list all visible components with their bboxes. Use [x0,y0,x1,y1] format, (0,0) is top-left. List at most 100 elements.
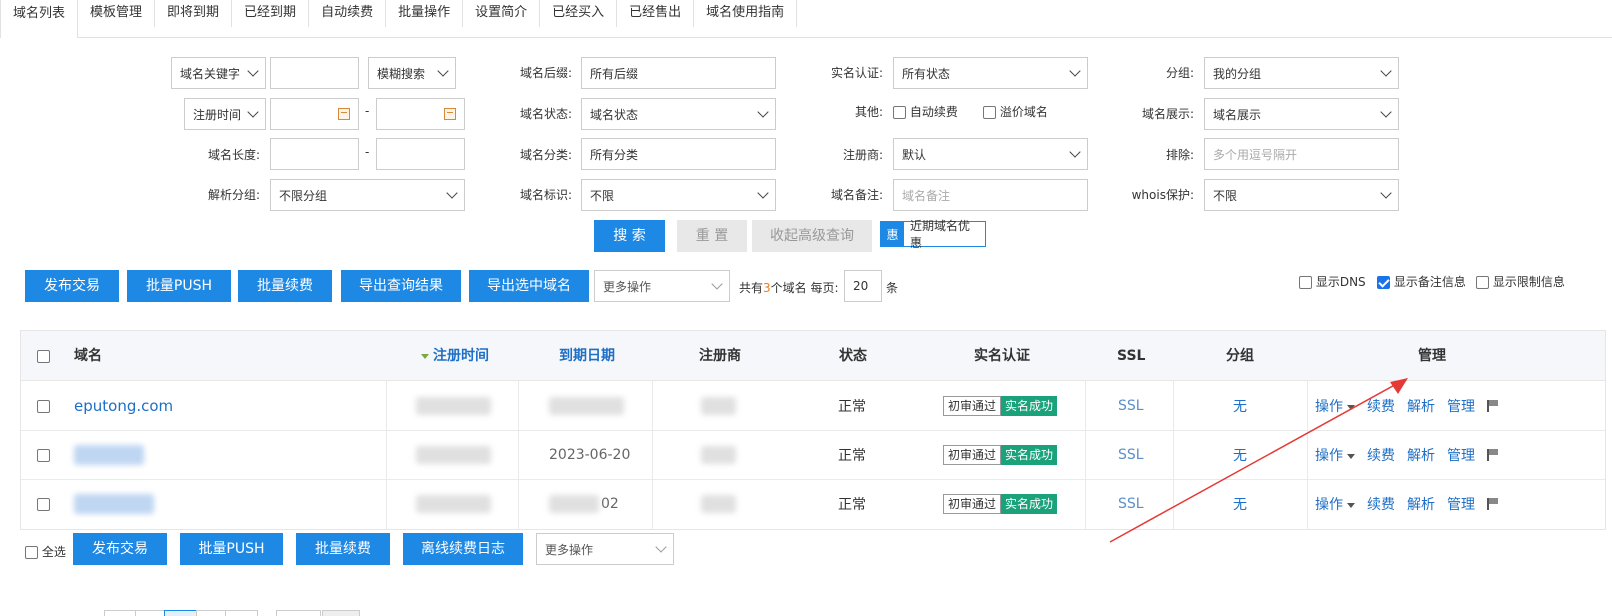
offline-renew-log-button[interactable]: 离线续费日志 [403,533,523,565]
domain-blurred[interactable] [74,479,154,529]
tab-expiring-soon[interactable]: 即将到期 [155,0,233,27]
length-max-input[interactable] [376,138,465,170]
expire-date: 02 [549,479,619,529]
row-checkbox[interactable] [37,381,50,431]
tab-templates[interactable]: 模板管理 [78,0,156,27]
category-input[interactable]: 所有分类 [581,138,776,170]
manage-link[interactable]: 管理 [1447,396,1475,416]
match-mode-select[interactable]: 模糊搜索 [368,57,456,89]
tab-domain-list[interactable]: 域名列表 [0,0,79,38]
more-actions-select[interactable]: 更多操作 [594,270,730,302]
auth-initial-badge: 初审通过 [943,494,1002,514]
tab-sold[interactable]: 已经售出 [617,0,695,27]
domain-link[interactable]: eputong.com [74,381,173,431]
status-select[interactable]: 域名状态 [581,98,776,130]
row-checkbox[interactable] [37,430,50,480]
whois-select[interactable]: 不限 [1204,179,1399,211]
length-min-input[interactable] [270,138,359,170]
flag-icon[interactable] [1487,498,1499,510]
page-jump-input[interactable] [276,610,321,616]
pager-button[interactable] [104,610,136,616]
auto-renew-label: 自动续费 [909,105,958,119]
exclude-input[interactable]: 多个用逗号隔开 [1204,138,1399,170]
header-reg-time[interactable]: 注册时间 [421,331,489,381]
keyword-type-select[interactable]: 域名关键字 [171,57,266,89]
status-value: 域名状态 [590,107,639,122]
start-date-input[interactable] [270,98,359,130]
show-limit-option[interactable]: 显示限制信息 [1476,273,1565,290]
registrar-blurred [701,479,736,529]
chevron-down-icon [247,65,259,77]
status-label: 域名状态: [519,107,572,121]
tag-select[interactable]: 不限 [581,179,776,211]
flag-icon[interactable] [1487,400,1499,412]
header-select-all-checkbox[interactable] [37,349,50,364]
category-label: 域名分类: [519,148,572,162]
reg-time-blurred [416,479,491,529]
tab-settings-intro[interactable]: 设置简介 [463,0,541,27]
show-limit-checkbox[interactable] [1476,276,1489,289]
domain-blurred[interactable] [74,430,144,480]
bottom-renew-button[interactable]: 批量续费 [296,533,390,565]
registrar-select[interactable]: 默认 [893,138,1088,170]
bottom-more-actions-select[interactable]: 更多操作 [536,533,674,565]
auto-renew-checkbox[interactable] [893,106,906,119]
premium-checkbox[interactable] [983,106,996,119]
registrar-label: 注册商: [842,148,883,162]
show-dns-option[interactable]: 显示DNS [1299,273,1366,290]
header-expire-date[interactable]: 到期日期 [559,331,615,381]
per-page-input[interactable]: 20 [844,270,882,302]
pager-current[interactable] [164,610,197,616]
auto-renew-option[interactable]: 自动续费 [893,103,958,120]
show-remark-option[interactable]: 显示备注信息 [1377,273,1466,290]
show-remark-checkbox[interactable] [1377,276,1390,289]
chevron-down-icon [1380,65,1392,77]
end-date-input[interactable] [376,98,465,130]
bottom-push-button[interactable]: 批量PUSH [180,533,283,565]
exclude-label: 排除: [1165,148,1194,162]
calendar-icon[interactable] [338,108,350,120]
select-all-option[interactable]: 全选 [25,543,66,560]
pager-button[interactable] [196,610,226,616]
export-selected-button[interactable]: 导出选中域名 [469,270,589,302]
select-all-checkbox[interactable] [25,546,38,559]
bottom-publish-button[interactable]: 发布交易 [73,533,167,565]
pager-button[interactable] [135,610,165,616]
tab-bought[interactable]: 已经买入 [540,0,618,27]
export-results-button[interactable]: 导出查询结果 [341,270,461,302]
batch-renew-button[interactable]: 批量续费 [238,270,332,302]
show-dns-checkbox[interactable] [1299,276,1312,289]
auth-select[interactable]: 所有状态 [893,57,1088,89]
reset-button[interactable]: 重 置 [677,220,747,252]
batch-push-button[interactable]: 批量PUSH [127,270,231,302]
promo-button[interactable]: 惠 近期域名优惠 [880,219,986,250]
premium-option[interactable]: 溢价域名 [983,103,1048,120]
length-range-dash: - [365,145,370,159]
manage-link[interactable]: 管理 [1447,445,1475,465]
group-label: 分组: [1165,66,1194,80]
page-jump-button[interactable] [322,610,360,616]
header-real-name-auth: 实名认证 [974,348,1030,364]
manage-link[interactable]: 管理 [1447,494,1475,514]
tab-expired[interactable]: 已经到期 [232,0,310,27]
remark-input[interactable]: 域名备注 [893,179,1088,211]
flag-icon[interactable] [1487,449,1499,461]
tab-auto-renew[interactable]: 自动续费 [309,0,387,27]
dns-group-select[interactable]: 不限分组 [270,179,465,211]
row-checkbox[interactable] [37,479,50,529]
tab-guide[interactable]: 域名使用指南 [694,0,798,27]
per-page-unit: 条 [886,281,899,295]
time-type-select[interactable]: 注册时间 [184,98,266,130]
pager-button[interactable] [225,610,258,616]
publish-trade-button[interactable]: 发布交易 [25,270,119,302]
display-select[interactable]: 域名展示 [1204,98,1399,130]
auth-badges: 初审通过 实名成功 [943,479,1058,529]
suffix-input[interactable]: 所有后缀 [581,57,776,89]
search-button[interactable]: 搜 索 [594,220,665,252]
collapse-advanced-button[interactable]: 收起高级查询 [752,220,872,252]
calendar-icon[interactable] [444,108,456,120]
tab-batch-ops[interactable]: 批量操作 [386,0,464,27]
group-select[interactable]: 我的分组 [1204,57,1399,89]
chevron-down-icon [1380,187,1392,199]
keyword-input[interactable] [270,57,359,89]
